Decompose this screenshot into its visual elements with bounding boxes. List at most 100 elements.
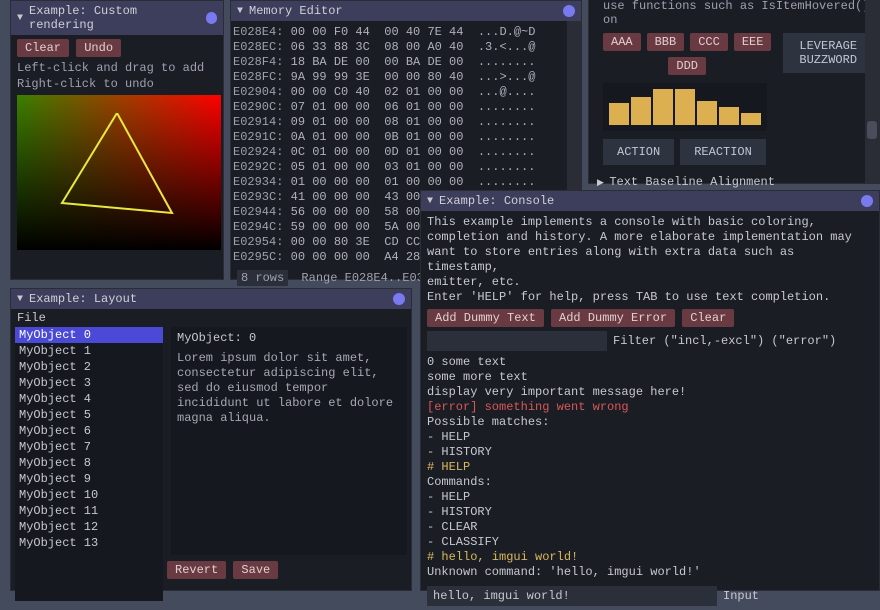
- histogram-bar: [675, 89, 695, 125]
- close-icon[interactable]: [206, 12, 217, 24]
- console-titlebar[interactable]: ▼ Example: Console: [421, 191, 879, 211]
- console-line: - HELP: [427, 430, 873, 445]
- ccc-button[interactable]: CCC: [690, 33, 728, 51]
- console-line: - CLEAR: [427, 520, 873, 535]
- collapse-icon[interactable]: ▼: [17, 13, 23, 24]
- filter-input[interactable]: [427, 331, 607, 351]
- console-line: some more text: [427, 370, 873, 385]
- file-menu[interactable]: File: [11, 309, 411, 327]
- console-line: display very important message here!: [427, 385, 873, 400]
- list-item[interactable]: MyObject 9: [15, 471, 163, 487]
- close-icon[interactable]: [563, 5, 575, 17]
- action-button[interactable]: ACTION: [603, 139, 674, 165]
- collapse-icon[interactable]: ▼: [427, 196, 433, 207]
- list-item[interactable]: MyObject 10: [15, 487, 163, 503]
- detail-lorem: Lorem ipsum dolor sit amet, consectetur …: [177, 351, 401, 426]
- histogram-bar: [697, 101, 717, 125]
- histogram-bar: [741, 113, 761, 125]
- console-line: - CLASSIFY: [427, 535, 873, 550]
- eee-button[interactable]: EEE: [734, 33, 772, 51]
- clear-button[interactable]: Clear: [17, 39, 69, 57]
- window-title: Example: Custom rendering: [29, 4, 200, 32]
- memory-row[interactable]: E02914: 09 01 00 00 08 01 00 00 ........: [233, 115, 579, 130]
- layout-titlebar[interactable]: ▼ Example: Layout: [11, 289, 411, 309]
- list-item[interactable]: MyObject 6: [15, 423, 163, 439]
- hint-line-1: Left-click and drag to add: [17, 61, 217, 75]
- close-icon[interactable]: [861, 195, 873, 207]
- save-button[interactable]: Save: [233, 561, 278, 579]
- console-desc: completion and history. A more elaborate…: [427, 230, 873, 245]
- undo-button[interactable]: Undo: [76, 39, 121, 57]
- console-line: - HISTORY: [427, 445, 873, 460]
- hint-line-2: Right-click to undo: [17, 77, 217, 91]
- list-item[interactable]: MyObject 5: [15, 407, 163, 423]
- triangle-polyline: [57, 113, 177, 223]
- console-output: 0 some textsome more textdisplay very im…: [427, 355, 873, 580]
- layout-window: ▼ Example: Layout File MyObject 0MyObjec…: [10, 288, 412, 591]
- console-line: Possible matches:: [427, 415, 873, 430]
- detail-title: MyObject: 0: [177, 331, 401, 345]
- custom-render-titlebar[interactable]: ▼ Example: Custom rendering: [11, 1, 223, 35]
- custom-render-window: ▼ Example: Custom rendering Clear Undo L…: [10, 0, 224, 280]
- console-line: Commands:: [427, 475, 873, 490]
- list-item[interactable]: MyObject 2: [15, 359, 163, 375]
- console-line: - HISTORY: [427, 505, 873, 520]
- console-line: # hello, imgui world!: [427, 550, 873, 565]
- drawing-canvas[interactable]: [17, 95, 221, 250]
- memory-editor-titlebar[interactable]: ▼ Memory Editor: [231, 1, 581, 21]
- scrollbar-thumb[interactable]: [867, 121, 877, 139]
- console-line: # HELP: [427, 460, 873, 475]
- list-item[interactable]: MyObject 11: [15, 503, 163, 519]
- memory-row[interactable]: E02934: 01 00 00 00 01 00 00 00 ........: [233, 175, 579, 190]
- object-list[interactable]: MyObject 0MyObject 1MyObject 2MyObject 3…: [15, 327, 163, 601]
- list-item[interactable]: MyObject 0: [15, 327, 163, 343]
- list-item[interactable]: MyObject 13: [15, 535, 163, 551]
- console-input[interactable]: [427, 586, 717, 606]
- list-item[interactable]: MyObject 8: [15, 455, 163, 471]
- memory-row[interactable]: E028EC: 06 33 88 3C 08 00 A0 40 .3.<...@: [233, 40, 579, 55]
- memory-row[interactable]: E02904: 00 00 C0 40 02 01 00 00 ...@....: [233, 85, 579, 100]
- add-dummy-text-button[interactable]: Add Dummy Text: [427, 309, 544, 327]
- memory-row[interactable]: E02924: 0C 01 00 00 0D 01 00 00 ........: [233, 145, 579, 160]
- filter-label: Filter ("incl,-excl") ("error"): [613, 334, 836, 349]
- memory-row[interactable]: E0291C: 0A 01 00 00 0B 01 00 00 ........: [233, 130, 579, 145]
- list-item[interactable]: MyObject 12: [15, 519, 163, 535]
- memory-row[interactable]: E028FC: 9A 99 99 3E 00 00 80 40 ...>...@: [233, 70, 579, 85]
- console-clear-button[interactable]: Clear: [682, 309, 734, 327]
- bbb-button[interactable]: BBB: [647, 33, 685, 51]
- memory-row[interactable]: E0290C: 07 01 00 00 06 01 00 00 ........: [233, 100, 579, 115]
- scrollbar[interactable]: [865, 0, 879, 183]
- memory-row[interactable]: E0292C: 05 01 00 00 03 01 00 00 ........: [233, 160, 579, 175]
- widgets-window: use functions such as IsItemHovered() on…: [588, 0, 880, 184]
- widgets-hint: use functions such as IsItemHovered() on: [603, 0, 873, 27]
- leverage-button[interactable]: LEVERAGE BUZZWORD: [783, 33, 873, 73]
- list-item[interactable]: MyObject 7: [15, 439, 163, 455]
- reaction-button[interactable]: REACTION: [680, 139, 766, 165]
- console-line: Unknown command: 'hello, imgui world!': [427, 565, 873, 580]
- list-item[interactable]: MyObject 1: [15, 343, 163, 359]
- memory-row[interactable]: E028F4: 18 BA DE 00 00 BA DE 00 ........: [233, 55, 579, 70]
- console-desc: This example implements a console with b…: [427, 215, 873, 230]
- list-item[interactable]: MyObject 4: [15, 391, 163, 407]
- aaa-button[interactable]: AAA: [603, 33, 641, 51]
- memory-row[interactable]: E028E4: 00 00 F0 44 00 40 7E 44 ...D.@~D: [233, 25, 579, 40]
- console-desc: want to store entries along with extra d…: [427, 245, 873, 275]
- console-line: - HELP: [427, 490, 873, 505]
- tree-text-baseline[interactable]: Text Baseline Alignment: [597, 175, 873, 189]
- console-line: [error] something went wrong: [427, 400, 873, 415]
- close-icon[interactable]: [393, 293, 405, 305]
- revert-button[interactable]: Revert: [167, 561, 226, 579]
- add-dummy-error-button[interactable]: Add Dummy Error: [551, 309, 675, 327]
- collapse-icon[interactable]: ▼: [17, 294, 23, 305]
- list-item[interactable]: MyObject 3: [15, 375, 163, 391]
- console-window: ▼ Example: Console This example implemen…: [420, 190, 880, 591]
- detail-panel: MyObject: 0 Lorem ipsum dolor sit amet, …: [171, 327, 407, 555]
- ddd-button[interactable]: DDD: [668, 57, 706, 75]
- console-desc: emitter, etc.: [427, 275, 873, 290]
- histogram-bar: [653, 89, 673, 125]
- window-title: Example: Console: [439, 194, 554, 208]
- collapse-icon[interactable]: ▼: [237, 6, 243, 17]
- window-title: Example: Layout: [29, 292, 137, 306]
- histogram-bar: [631, 97, 651, 125]
- console-desc: Enter 'HELP' for help, press TAB to use …: [427, 290, 873, 305]
